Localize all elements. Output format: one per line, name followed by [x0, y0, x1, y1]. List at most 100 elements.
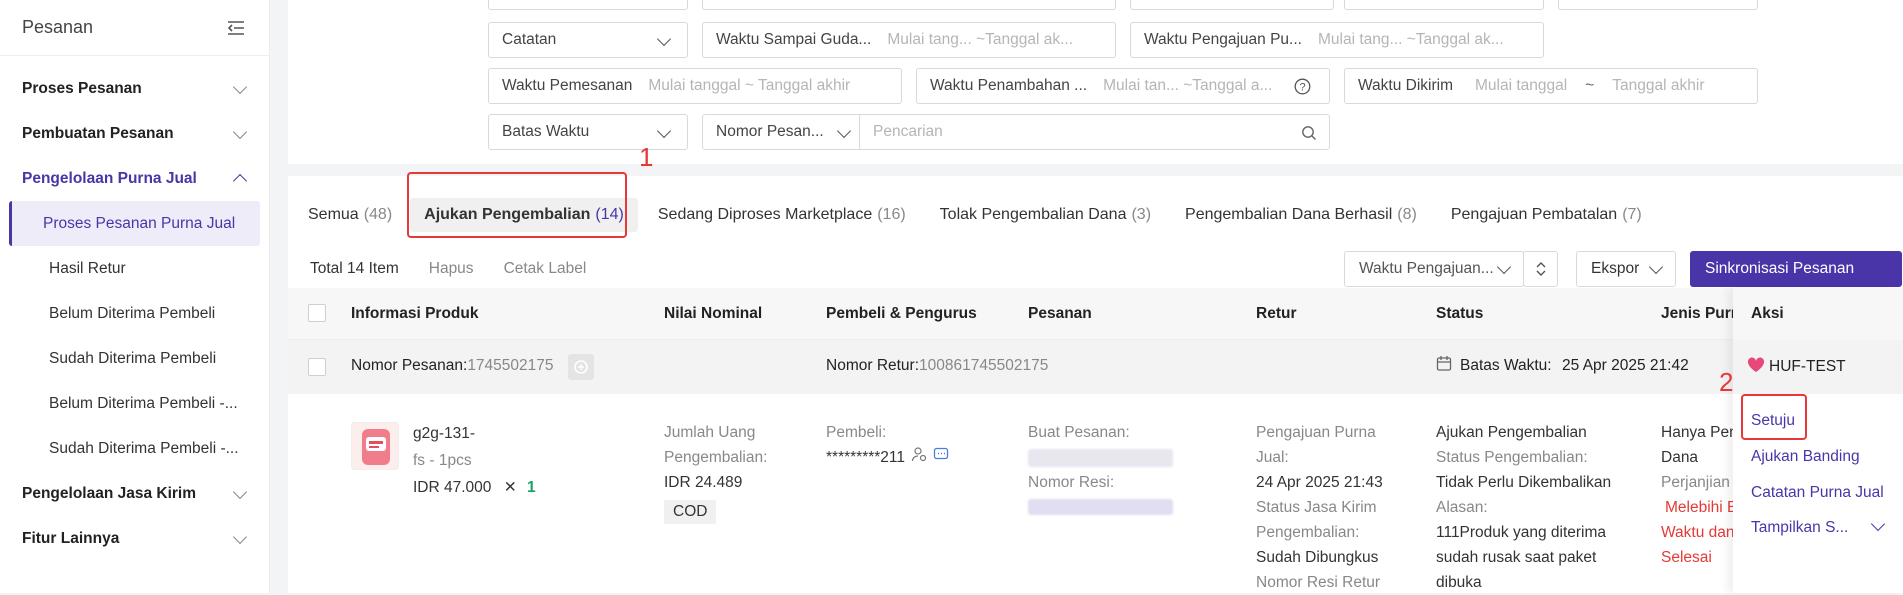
sinkronisasi-pesanan-button[interactable]: Sinkronisasi Pesanan: [1690, 251, 1902, 287]
agreement-label: Perjanjian L: [1661, 474, 1743, 491]
quantity-x-icon: ✕: [503, 479, 517, 496]
sidebar-item-belum-diterima-pembeli[interactable]: Belum Diterima Pembeli: [9, 291, 260, 336]
table-header: Informasi Produk Nilai Nominal Pembeli &…: [288, 288, 1903, 340]
waktu-dikirim-range[interactable]: Waktu Dikirim Mulai tanggal ~ Tanggal ak…: [1344, 68, 1758, 104]
waktu-pemesanan-range[interactable]: Waktu Pemesanan Mulai tanggal ~ Tanggal …: [488, 68, 902, 104]
return-info-cell: Pengajuan Purna Jual: 24 Apr 2025 21:43 …: [1256, 420, 1383, 595]
waktu-pemesanan-label: Waktu Pemesanan: [502, 77, 633, 94]
tab-count: (3): [1131, 206, 1152, 223]
tab-pengajuan-pembatalan[interactable]: Pengajuan Pembatalan (7): [1437, 198, 1656, 232]
nomor-pesanan-select[interactable]: Nomor Pesan...: [702, 114, 860, 150]
sidebar-title: Pesanan: [22, 17, 94, 37]
sort-order-toggle[interactable]: [1523, 251, 1558, 287]
help-circle-icon[interactable]: ?: [1294, 78, 1311, 100]
filter-cutoff-5[interactable]: [1558, 0, 1758, 10]
reason-line-2: sudah rusak saat paket: [1436, 549, 1597, 566]
waktu-penambahan-label: Waktu Penambahan ...: [930, 77, 1088, 94]
filter-cutoff-3[interactable]: [1130, 0, 1334, 10]
after-sales-type-line-2: Dana: [1661, 449, 1699, 466]
search-icon[interactable]: [1301, 125, 1317, 146]
sidebar-group-proses-pesanan[interactable]: Proses Pesanan: [0, 66, 269, 111]
collapse-menu-icon[interactable]: [227, 19, 245, 36]
tab-tolak-pengembalian-dana[interactable]: Tolak Pengembalian Dana (3): [926, 198, 1165, 232]
status-main: Ajukan Pengembalian: [1436, 424, 1587, 441]
col-retur: Retur: [1256, 305, 1297, 322]
waktu-dikirim-start-placeholder: Mulai tanggal: [1475, 77, 1568, 94]
filter-cutoff-4[interactable]: [1344, 0, 1544, 10]
sidebar-group-pengelolaan-purna-jual[interactable]: Pengelolaan Purna Jual: [0, 156, 269, 201]
after-sales-type-line-1: Hanya Pen: [1661, 424, 1738, 441]
sidebar-item-hasil-retur[interactable]: Hasil Retur: [9, 246, 260, 291]
sidebar-group-pembuatan-pesanan[interactable]: Pembuatan Pesanan: [0, 111, 269, 156]
batas-waktu-select[interactable]: Batas Waktu: [488, 114, 688, 150]
ajukan-banding-button[interactable]: Ajukan Banding: [1751, 448, 1860, 466]
order-info-cell: Buat Pesanan: Nomor Resi:: [1028, 420, 1173, 520]
tab-sedang-diproses-marketplace[interactable]: Sedang Diproses Marketplace (16): [644, 198, 920, 232]
product-image[interactable]: [351, 422, 399, 470]
return-courier-status-label-2: Pengembalian:: [1256, 524, 1360, 541]
cetak-label-button[interactable]: Cetak Label: [504, 260, 587, 278]
order-number: Nomor Pesanan:1745502175: [351, 357, 554, 375]
sidebar-menu: Proses Pesanan Pembuatan Pesanan Pengelo…: [0, 56, 269, 561]
hapus-button[interactable]: Hapus: [429, 260, 474, 278]
return-courier-status-label-1: Status Jasa Kirim: [1256, 499, 1377, 516]
after-sales-request-label-2: Jual:: [1256, 449, 1289, 466]
sidebar-item-proses-pesanan-purna-jual[interactable]: Proses Pesanan Purna Jual: [9, 201, 260, 246]
select-all-checkbox[interactable]: [308, 304, 326, 322]
user-icon[interactable]: [911, 445, 927, 470]
waktu-pengajuan-range-placeholder: Mulai tang... ~Tanggal ak...: [1317, 31, 1504, 48]
orders-panel: Semua (48) Ajukan Pengembalian (14) Sedang…: [288, 142, 1903, 595]
tampilkan-semua-button[interactable]: Tampilkan S...: [1751, 519, 1848, 537]
reason-line-3: dibuka: [1436, 574, 1482, 591]
tab-pengembalian-dana-berhasil[interactable]: Pengembalian Dana Berhasil (8): [1171, 198, 1431, 232]
tab-count: (48): [363, 206, 393, 223]
chat-icon[interactable]: [933, 445, 949, 470]
search-input[interactable]: Pencarian: [859, 114, 1330, 150]
chevron-down-icon: [232, 124, 248, 139]
col-status: Status: [1436, 305, 1484, 322]
sidebar-group-label: Fitur Lainnya: [22, 529, 120, 547]
col-pembeli-pengurus: Pembeli & Pengurus: [826, 305, 977, 322]
catatan-select[interactable]: Catatan: [488, 22, 688, 58]
sidebar-item-sudah-diterima-pembeli-2[interactable]: Sudah Diterima Pembeli -...: [9, 426, 260, 471]
chevron-down-icon: [836, 123, 852, 139]
order-number-label: Nomor Pesanan:: [351, 357, 468, 374]
filter-cutoff-2[interactable]: [702, 0, 1116, 10]
chevron-down-icon: [1496, 259, 1512, 275]
tab-semua[interactable]: Semua (48): [294, 198, 406, 232]
product-info: g2g-131- fs - 1pcs IDR 47.000 ✕ 1: [413, 421, 536, 500]
sidebar-item-label: Proses Pesanan Purna Jual: [43, 214, 236, 232]
sidebar-item-belum-diterima-pembeli-2[interactable]: Belum Diterima Pembeli -...: [9, 381, 260, 426]
sync-label: Sinkronisasi Pesanan: [1705, 260, 1855, 277]
filter-cutoff-1[interactable]: [488, 0, 688, 10]
svg-text:?: ?: [1299, 82, 1305, 94]
chevron-down-icon[interactable]: [1870, 516, 1886, 532]
chevron-down-icon: [656, 123, 672, 139]
shop-row: HUF-TEST: [1733, 340, 1903, 394]
return-number-label: Nomor Retur:: [826, 357, 920, 374]
refund-amount-label-2: Pengembalian:: [664, 449, 768, 466]
waktu-sampai-gudang-range[interactable]: Waktu Sampai Guda... Mulai tang... ~Tang…: [702, 22, 1116, 58]
sidebar-group-pengelolaan-jasa-kirim[interactable]: Pengelolaan Jasa Kirim: [0, 471, 269, 516]
sidebar-item-sudah-diterima-pembeli[interactable]: Sudah Diterima Pembeli: [9, 336, 260, 381]
calendar-icon: [1436, 355, 1452, 377]
copy-icon[interactable]: [568, 354, 594, 380]
sort-field-select[interactable]: Waktu Pengajuan...: [1344, 251, 1524, 287]
waktu-pengajuan-range[interactable]: Waktu Pengajuan Pu... Mulai tang... ~Tan…: [1130, 22, 1544, 58]
catatan-select-label: Catatan: [502, 31, 557, 48]
chevron-down-icon: [232, 79, 248, 94]
annotation-number-1: 1: [639, 142, 654, 172]
catatan-purna-jual-button[interactable]: Catatan Purna Jual: [1751, 484, 1884, 502]
sidebar-group-label: Pengelolaan Jasa Kirim: [22, 484, 197, 502]
sidebar-group-fitur-lainnya[interactable]: Fitur Lainnya: [0, 516, 269, 561]
waktu-penambahan-range[interactable]: Waktu Penambahan ... Mulai tan... ~Tangg…: [916, 68, 1330, 104]
annotation-box-1: [407, 172, 627, 238]
product-name[interactable]: g2g-131-: [413, 421, 536, 446]
return-number: Nomor Retur:100861745502175: [826, 357, 1048, 375]
sidebar-item-label: Sudah Diterima Pembeli: [49, 349, 217, 367]
product-variant: fs - 1pcs: [413, 452, 472, 469]
refund-amount-value: IDR 24.489: [664, 474, 743, 491]
order-summary-row: Nomor Pesanan:1745502175 Nomor Retur:100…: [288, 340, 1903, 394]
ekspor-button[interactable]: Ekspor: [1576, 251, 1676, 287]
row-checkbox[interactable]: [308, 358, 326, 376]
